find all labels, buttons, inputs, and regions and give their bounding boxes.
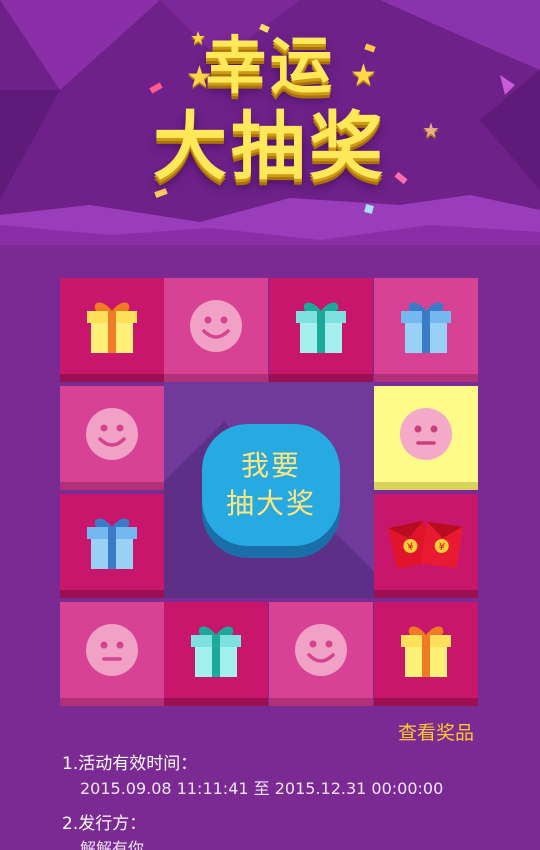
smiley-face-icon: [294, 623, 348, 681]
gift-yellow-icon: [399, 621, 453, 683]
draw-lottery-button[interactable]: 我要 抽大奖: [202, 424, 340, 558]
neutral-face-icon: [85, 623, 139, 681]
prize-cell: [374, 598, 478, 706]
prize-cell: [60, 490, 164, 598]
gift-teal-icon: [294, 297, 348, 359]
red-envelopes-icon: ¥ ¥: [388, 514, 464, 574]
rules-section: 1.活动有效时间： 2015.09.08 11:11:41 至 2015.12.…: [62, 752, 443, 850]
neutral-face-icon: [399, 407, 453, 465]
draw-button-label-line2: 抽大奖: [225, 487, 316, 520]
prize-cell: [374, 274, 478, 382]
rule-heading-validity: 1.活动有效时间：: [62, 754, 198, 774]
prize-cell: [269, 598, 373, 706]
prize-cell: ¥ ¥: [374, 490, 478, 598]
smiley-face-icon: [85, 407, 139, 465]
gift-yellow-icon: [85, 297, 139, 359]
prize-cell: [269, 274, 373, 382]
prize-cell-highlighted: [374, 382, 478, 490]
gift-blue-icon: [399, 297, 453, 359]
smiley-face-icon: [189, 299, 243, 357]
prize-cell: [60, 382, 164, 490]
prize-cell: [60, 598, 164, 706]
rule-value-validity: 2015.09.08 11:11:41 至 2015.12.31 00:00:0…: [80, 779, 444, 798]
header-banner: ★ ★ ★ ★ 幸运 大抽奖: [0, 0, 540, 258]
draw-button-label-line1: 我要: [240, 449, 301, 482]
prize-cell: [164, 274, 268, 382]
page-title: 幸运 大抽奖: [0, 28, 540, 192]
gift-teal-icon: [189, 621, 243, 683]
view-prizes-link[interactable]: 查看奖品: [398, 718, 474, 745]
board-center: 我要 抽大奖: [164, 382, 374, 598]
rule-heading-issuer: 2.发行方：: [62, 814, 147, 834]
title-line-1: 幸运: [203, 29, 336, 102]
prize-cell: [164, 598, 268, 706]
title-line-2: 大抽奖: [153, 104, 387, 190]
gift-blue-icon: [85, 513, 139, 575]
prize-cell: [60, 274, 164, 382]
lottery-board: ¥ ¥ 我要 抽大奖: [60, 274, 478, 706]
rule-value-issuer: 解解有你: [80, 839, 145, 850]
